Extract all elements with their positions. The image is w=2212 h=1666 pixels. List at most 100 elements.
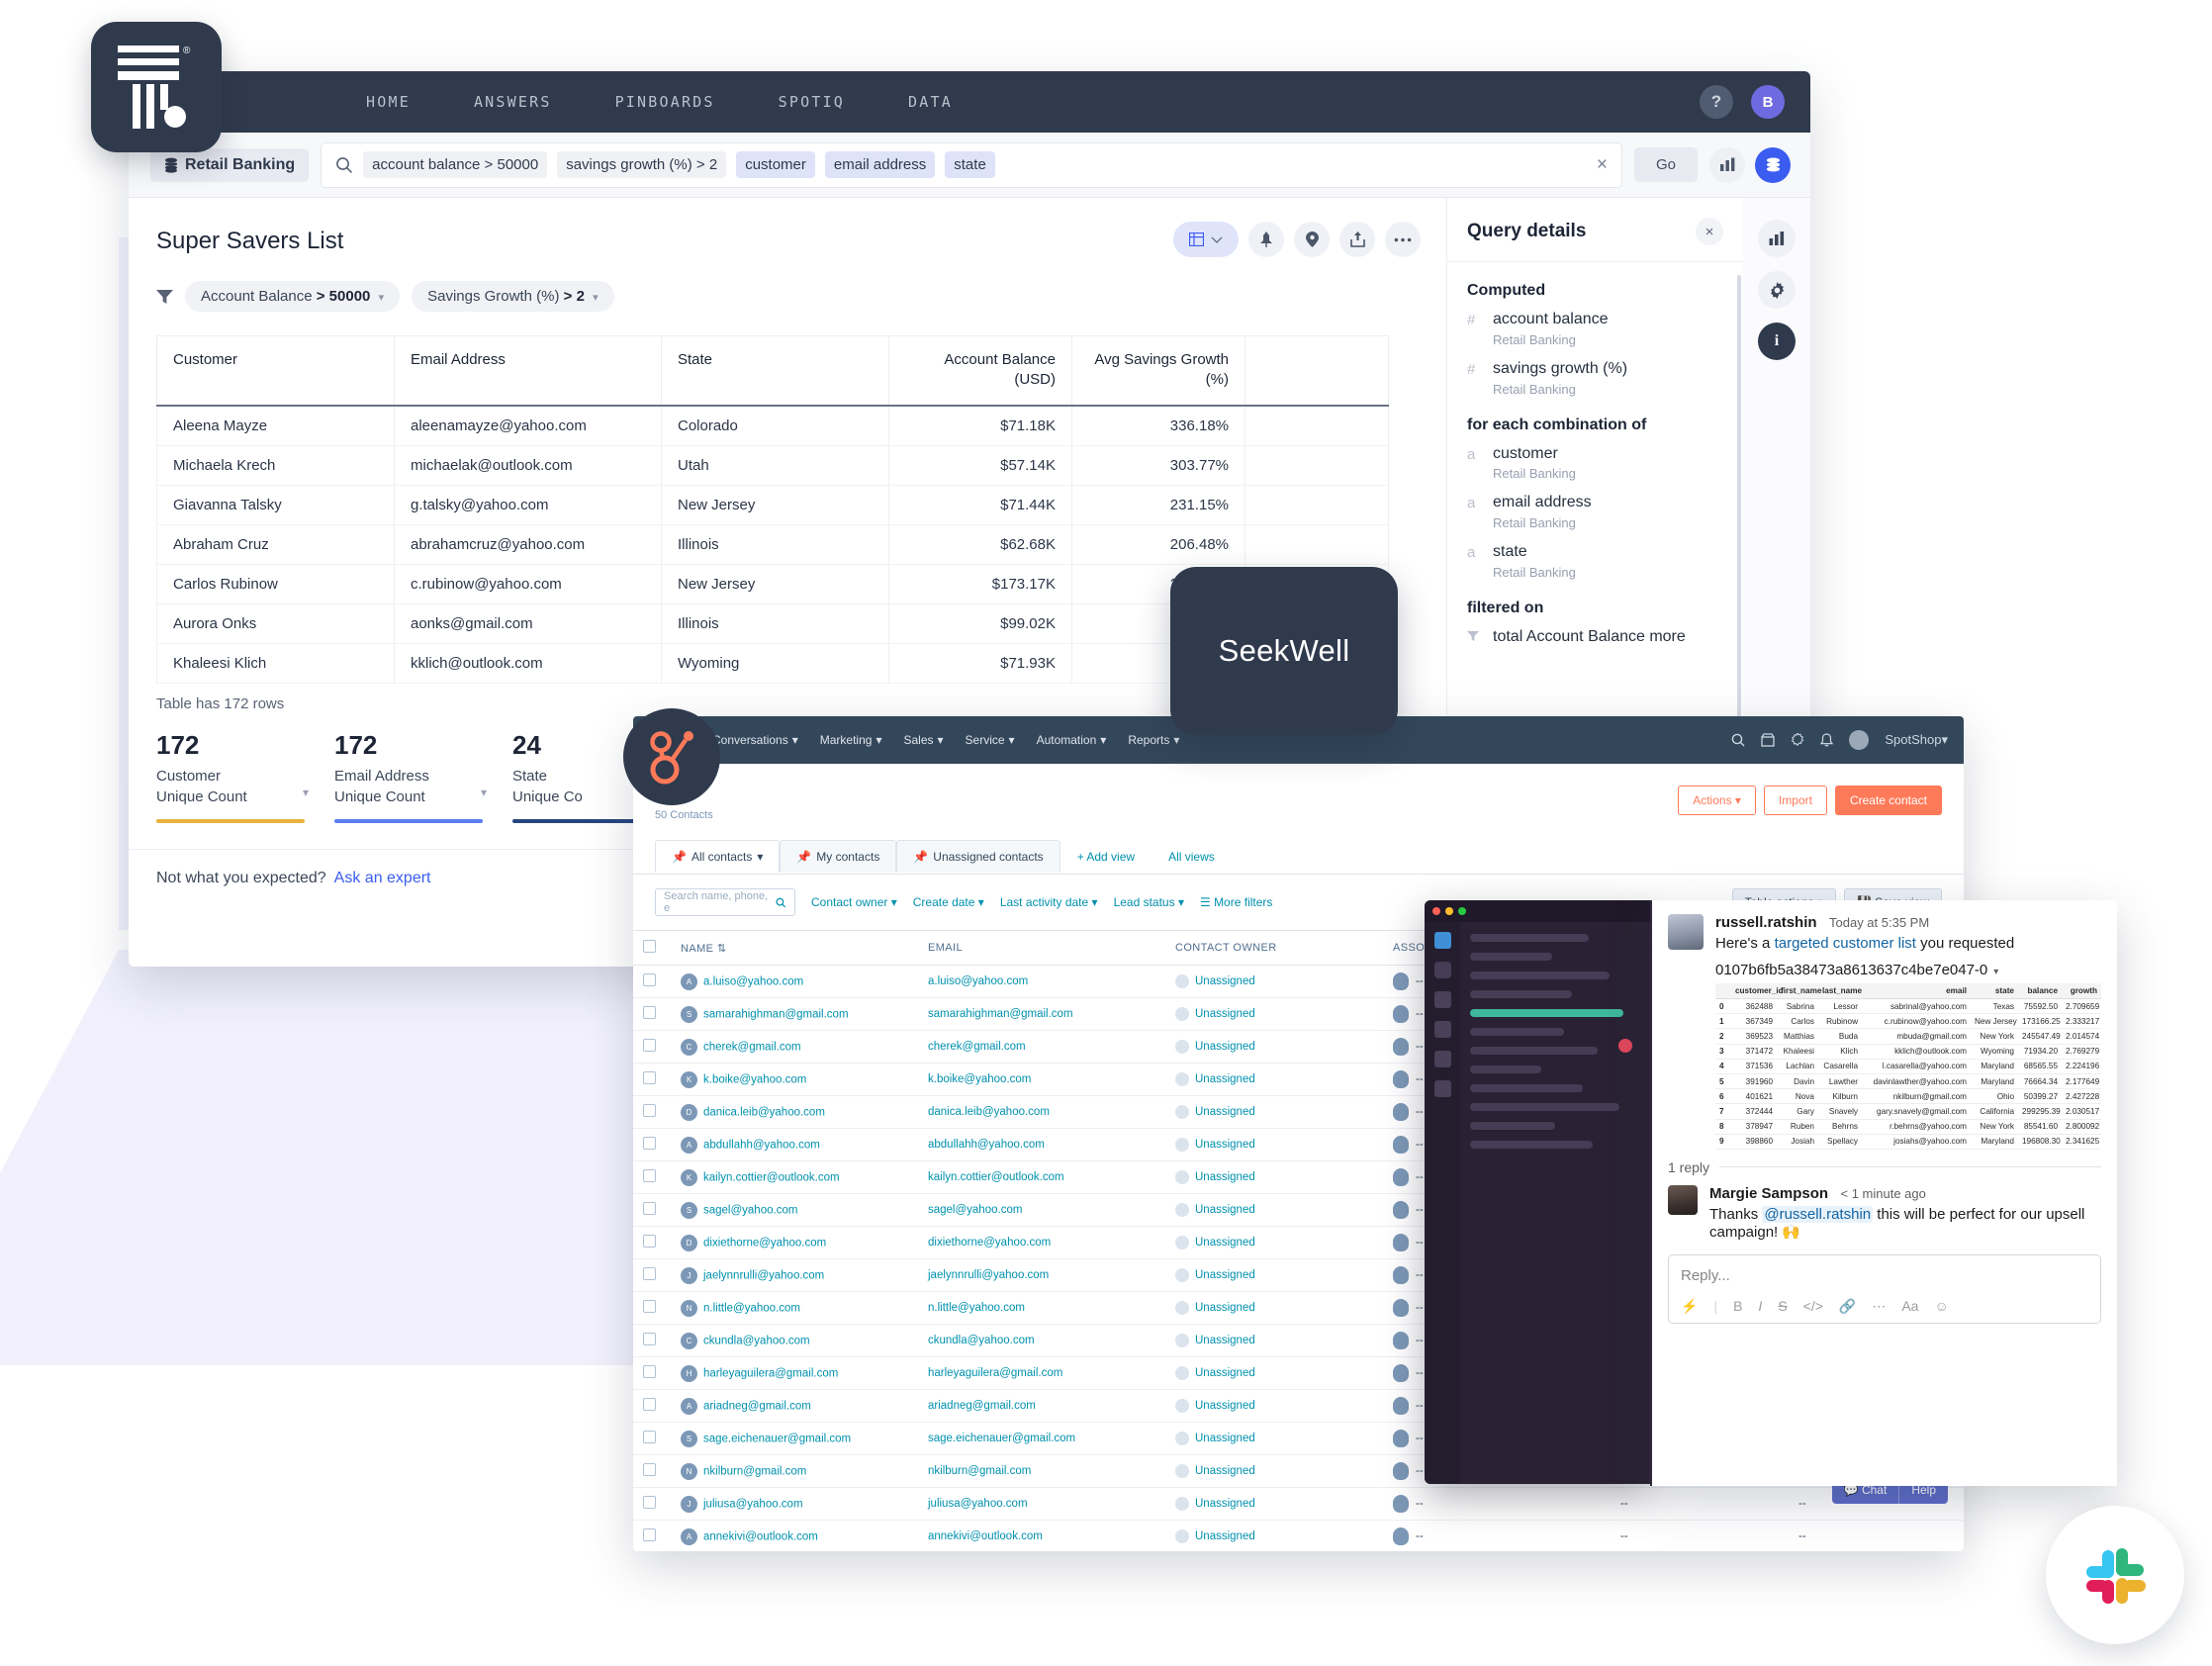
cell-contact-owner[interactable]: Unassigned	[1165, 1193, 1383, 1227]
nav-home[interactable]: HOME	[366, 93, 411, 111]
font-size-icon[interactable]: Aa	[1901, 1298, 1918, 1314]
table-row[interactable]: Aleena Mayze aleenamayze@yahoo.com Colorad…	[156, 405, 1389, 446]
search-chip-customer[interactable]: customer	[736, 151, 815, 178]
nav-spotiq[interactable]: SPOTIQ	[779, 93, 845, 111]
column-header-email-address[interactable]: Email Address	[394, 335, 662, 407]
row-checkbox-cell[interactable]	[633, 1487, 671, 1521]
cell-name[interactable]: Kkailyn.cottier@outlook.com	[671, 1160, 918, 1194]
clear-search-icon[interactable]: ×	[1597, 154, 1608, 176]
filter-contact-owner[interactable]: Contact owner ▾	[811, 895, 897, 909]
cell-email[interactable]: nkilburn@gmail.com	[918, 1454, 1165, 1488]
nav-data[interactable]: DATA	[908, 93, 953, 111]
attachment-filename[interactable]: 0107b6fb5a38473a8613637c4be7e047-0 ▾	[1715, 962, 2101, 978]
editor-code-lines[interactable]	[1460, 922, 1650, 1484]
row-checkbox-cell[interactable]	[633, 1095, 671, 1129]
gear-icon[interactable]	[1791, 733, 1804, 747]
branch-icon[interactable]	[1433, 1051, 1451, 1067]
chevron-down-icon[interactable]: ▾	[379, 292, 385, 304]
cell-contact-owner[interactable]: Unassigned	[1165, 1356, 1383, 1390]
chevron-down-icon[interactable]: ▾	[481, 786, 487, 799]
add-view-button[interactable]: + Add view	[1060, 840, 1152, 873]
cell-name[interactable]: Nnkilburn@gmail.com	[671, 1454, 918, 1488]
circle-icon[interactable]	[1433, 1080, 1451, 1097]
cell-name[interactable]: Cckundla@yahoo.com	[671, 1324, 918, 1357]
reply-author[interactable]: Margie Sampson	[1709, 1185, 1828, 1202]
row-checkbox[interactable]	[643, 1137, 656, 1150]
cell-email[interactable]: ariadneg@gmail.com	[918, 1389, 1165, 1423]
message-author[interactable]: russell.ratshin	[1715, 914, 1817, 931]
row-checkbox[interactable]	[643, 1235, 656, 1248]
cell-contact-owner[interactable]: Unassigned	[1165, 1128, 1383, 1161]
table-toggle-icon[interactable]	[1755, 146, 1791, 183]
actions-button[interactable]: Actions ▾	[1678, 786, 1756, 815]
chevron-down-icon[interactable]: ▾	[1993, 967, 1998, 977]
cell-contact-owner[interactable]: Unassigned	[1165, 1226, 1383, 1259]
tab-my-contacts[interactable]: 📌 My contacts	[780, 840, 897, 873]
reply-composer[interactable]: Reply... ⚡ | B I S </> 🔗 ⋯ Aa ☺	[1668, 1253, 2101, 1324]
hs-nav-conversations[interactable]: Conversations ▾	[712, 733, 798, 747]
kpi-customer[interactable]: 172 Customer Unique Count ▾	[156, 730, 334, 823]
go-button[interactable]: Go	[1633, 147, 1698, 182]
cell-email[interactable]: sagel@yahoo.com	[918, 1193, 1165, 1227]
search-chip-state[interactable]: state	[945, 151, 995, 178]
row-checkbox[interactable]	[643, 1528, 656, 1541]
search-input[interactable]: account balance > 50000 savings growth (…	[321, 141, 1622, 188]
table-row[interactable]: Abraham Cruz abrahamcruz@yahoo.com Illinoi…	[156, 524, 1389, 565]
column-header-customer[interactable]: Customer	[156, 335, 395, 407]
filter-chip-account-balance[interactable]: Account Balance > 50000 ▾	[185, 281, 401, 312]
row-checkbox[interactable]	[643, 973, 656, 986]
tab-unassigned-contacts[interactable]: 📌 Unassigned contacts	[896, 840, 1060, 873]
cell-name[interactable]: Ssage.eichenauer@gmail.com	[671, 1422, 918, 1455]
share-button[interactable]	[1339, 222, 1375, 257]
search-chip-email-address[interactable]: email address	[824, 151, 936, 178]
cell-name[interactable]: Kk.boike@yahoo.com	[671, 1063, 918, 1096]
row-checkbox-cell[interactable]	[633, 1454, 671, 1488]
row-checkbox[interactable]	[643, 1039, 656, 1052]
table-row[interactable]: Aannekivi@outlook.com annekivi@outlook.co…	[633, 1520, 1964, 1551]
shortcuts-icon[interactable]: ⚡	[1681, 1298, 1698, 1315]
cell-email[interactable]: k.boike@yahoo.com	[918, 1063, 1165, 1096]
chart-rail-icon[interactable]	[1758, 220, 1796, 257]
cell-name[interactable]: Aabdullahh@yahoo.com	[671, 1128, 918, 1161]
row-checkbox[interactable]	[643, 1333, 656, 1345]
italic-icon[interactable]: I	[1758, 1298, 1762, 1314]
close-icon[interactable]	[1432, 907, 1440, 915]
filter-create-date[interactable]: Create date ▾	[913, 895, 984, 909]
chevron-down-icon[interactable]: ▾	[303, 786, 309, 799]
hs-nav-reports[interactable]: Reports ▾	[1128, 733, 1179, 747]
minimize-icon[interactable]	[1445, 907, 1453, 915]
settings-rail-icon[interactable]	[1758, 271, 1796, 309]
bell-icon[interactable]	[1820, 733, 1834, 747]
row-checkbox-cell[interactable]	[633, 1128, 671, 1161]
cell-name[interactable]: Hharleyaguilera@gmail.com	[671, 1356, 918, 1390]
select-all-header[interactable]	[633, 930, 671, 966]
import-button[interactable]: Import	[1763, 786, 1827, 815]
cell-email[interactable]: cherek@gmail.com	[918, 1030, 1165, 1064]
data-source-selector[interactable]: Retail Banking	[150, 147, 310, 182]
create-contact-button[interactable]: Create contact	[1834, 786, 1942, 815]
cell-email[interactable]: jaelynnrulli@yahoo.com	[918, 1258, 1165, 1292]
row-checkbox-cell[interactable]	[633, 1063, 671, 1096]
message-link[interactable]: targeted customer list	[1775, 935, 1916, 952]
cell-email[interactable]: sage.eichenauer@gmail.com	[918, 1422, 1165, 1455]
row-checkbox[interactable]	[643, 1496, 656, 1509]
cell-contact-owner[interactable]: Unassigned	[1165, 1291, 1383, 1325]
filter-last-activity-date[interactable]: Last activity date ▾	[1000, 895, 1098, 909]
cell-contact-owner[interactable]: Unassigned	[1165, 1030, 1383, 1064]
row-checkbox-cell[interactable]	[633, 1258, 671, 1292]
hs-nav-marketing[interactable]: Marketing ▾	[820, 733, 882, 747]
cell-contact-owner[interactable]: Unassigned	[1165, 965, 1383, 998]
cell-email[interactable]: kailyn.cottier@outlook.com	[918, 1160, 1165, 1194]
row-checkbox[interactable]	[643, 1202, 656, 1215]
cell-name[interactable]: Aariadneg@gmail.com	[671, 1389, 918, 1423]
cell-email[interactable]: abdullahh@yahoo.com	[918, 1128, 1165, 1161]
cell-name[interactable]: Aa.luiso@yahoo.com	[671, 965, 918, 998]
cell-contact-owner[interactable]: Unassigned	[1165, 1258, 1383, 1292]
more-options-button[interactable]	[1385, 222, 1421, 257]
avatar[interactable]	[1849, 730, 1870, 750]
cell-contact-owner[interactable]: Unassigned	[1165, 1422, 1383, 1455]
add-icon[interactable]	[1433, 962, 1451, 978]
cell-contact-owner[interactable]: Unassigned	[1165, 1063, 1383, 1096]
row-checkbox[interactable]	[643, 1267, 656, 1280]
cell-email[interactable]: ckundla@yahoo.com	[918, 1324, 1165, 1357]
